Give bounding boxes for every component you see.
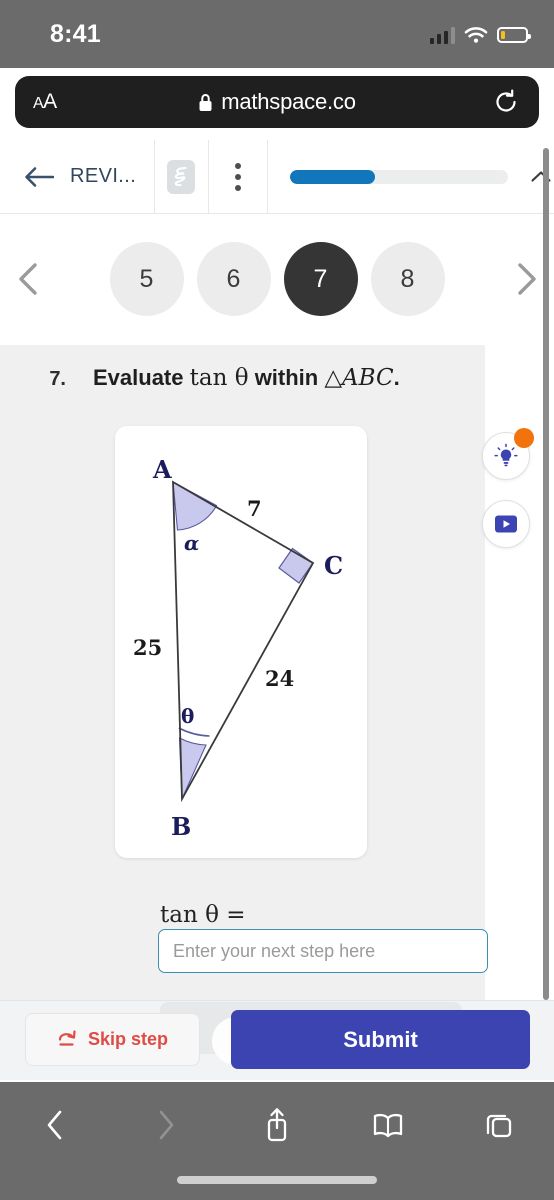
chevron-right-icon [159,1110,174,1140]
skip-arrow-icon [58,1029,76,1046]
lock-icon [199,93,212,111]
triangle-diagram: A C B α θ 7 25 24 [133,455,343,841]
browser-address-bar[interactable]: AA mathspace.co [15,76,539,128]
vertex-label-C: C [324,551,343,580]
pager-item-6[interactable]: 6 [196,242,271,316]
angle-theta-arc [178,727,210,800]
tabs-icon [486,1114,511,1138]
url-display[interactable]: mathspace.co [15,89,539,115]
skip-step-button[interactable]: Skip step [25,1013,200,1066]
triangle-diagram-card: A C B α θ 7 25 24 [115,426,367,858]
question-triangle: △ABC [324,365,394,391]
progress-area [268,140,554,213]
play-video-icon [495,515,517,533]
pager-item-5[interactable]: 5 [109,242,184,316]
ios-status-bar: 8:41 [0,0,554,68]
lightbulb-icon [494,443,518,467]
angle-alpha-arc [172,481,218,531]
phone-screen: 8:41 AA mathspace.co REVI... 5 6 7 8 7. … [0,0,554,1200]
battery-low-icon [497,27,531,43]
video-button[interactable] [482,500,530,548]
share-button[interactable] [222,1106,333,1144]
vertex-label-B: B [171,812,191,841]
book-icon [373,1113,402,1138]
question-period: . [393,365,400,390]
angle-label-theta: θ [181,704,194,728]
submit-button[interactable]: Submit [231,1010,530,1069]
chevron-up-icon[interactable] [528,164,554,190]
pager-next-button[interactable] [511,262,541,296]
action-bar: +− ×÷ Skip step Submit [0,1000,554,1080]
progress-bar [290,169,508,184]
question-expression: tan θ [189,365,249,391]
answer-expression-label: tan θ = [160,902,246,928]
browser-back-button[interactable] [0,1108,111,1142]
status-time: 8:41 [50,20,101,48]
pager-prev-button[interactable] [14,262,44,296]
pager-items: 5 6 7 8 [109,242,445,316]
question-line: 7. Evaluate tan θ within △ABC. [0,365,485,391]
question-text: Evaluate tan θ within △ABC. [93,365,400,391]
more-menu-button[interactable] [209,140,268,213]
question-prefix: Evaluate [93,365,184,390]
browser-forward-button[interactable] [111,1108,222,1142]
chevron-left-icon [48,1110,62,1140]
question-number: 7. [49,368,66,390]
browser-toolbar [0,1082,554,1200]
arrow-left-icon [25,166,54,187]
bookmarks-button[interactable] [332,1110,443,1140]
question-middle: within [254,365,319,390]
home-indicator [177,1176,377,1184]
answer-input[interactable] [158,929,488,973]
vertex-label-A: A [152,455,172,484]
side-label-25: 25 [133,635,162,660]
app-title: REVI... [70,165,137,187]
question-content-panel: 7. Evaluate tan θ within △ABC. A C B α θ… [0,345,488,1000]
pager-item-7[interactable]: 7 [283,242,358,316]
pager-item-8[interactable]: 8 [370,242,445,316]
angle-label-alpha: α [184,531,199,555]
url-text: mathspace.co [221,89,356,114]
hint-notification-badge [514,428,534,448]
status-icons [429,22,531,48]
scribble-icon [167,159,196,194]
cellular-bars-icon [429,26,455,44]
share-icon [267,1108,287,1142]
side-label-7: 7 [247,496,262,521]
app-back-button[interactable]: REVI... [0,140,154,213]
three-dots-vertical-icon [234,162,241,191]
side-label-24: 24 [265,666,294,691]
app-header: REVI... [0,140,554,214]
scratchpad-button[interactable] [153,140,209,213]
hint-button[interactable] [482,428,534,480]
skip-step-label: Skip step [87,1029,169,1049]
page-scrollbar[interactable] [543,148,549,1000]
progress-bar-fill [290,169,376,184]
question-pager: 5 6 7 8 [0,215,554,343]
wifi-icon [464,27,488,43]
reload-icon[interactable] [493,89,519,115]
tabs-button[interactable] [443,1110,554,1140]
